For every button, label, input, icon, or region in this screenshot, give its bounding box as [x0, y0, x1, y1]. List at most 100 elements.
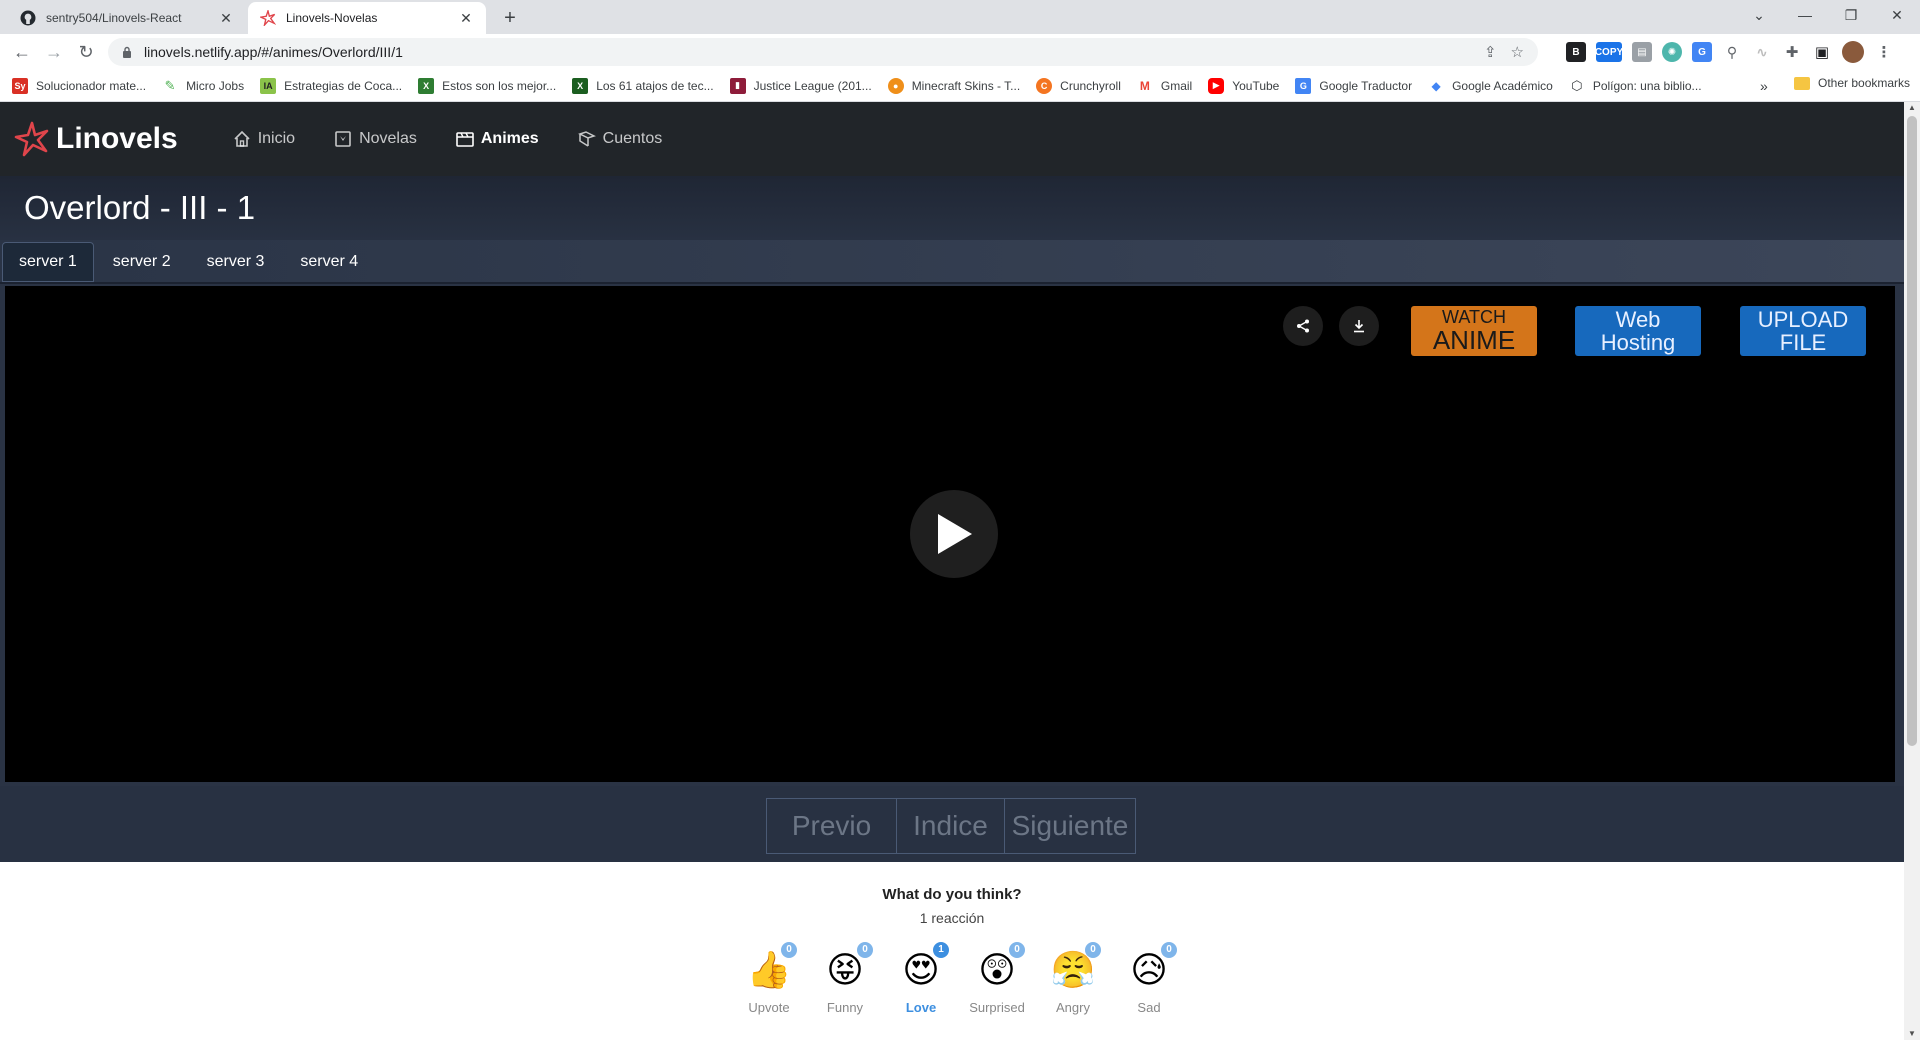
bookmark-label: Polígon: una biblio...	[1592, 78, 1702, 93]
reaction-love[interactable]: 😍 1 Love	[896, 942, 949, 1015]
translate-icon: G	[1295, 77, 1312, 94]
reaction-sad[interactable]: 😥 0 Sad	[1124, 942, 1177, 1015]
web-hosting-ad[interactable]: Web Hosting	[1575, 306, 1701, 356]
share-icon	[1297, 319, 1309, 333]
polygon-icon: ⬡	[1568, 77, 1585, 94]
extension-b-icon[interactable]: B	[1566, 42, 1586, 62]
page-scrollbar[interactable]: ▲ ▼	[1904, 102, 1920, 1040]
address-bar[interactable]: linovels.netlify.app/#/animes/Overlord/I…	[108, 38, 1538, 66]
nav-novelas[interactable]: Novelas	[325, 121, 425, 157]
close-tab-icon[interactable]: ✕	[458, 10, 474, 26]
scroll-down-icon[interactable]: ▼	[1908, 1030, 1916, 1038]
episode-pager: Previo Indice Siguiente	[766, 798, 1136, 854]
bookmark-item[interactable]: X Los 61 atajos de tec...	[572, 77, 714, 94]
extension-gray-icon[interactable]: ▤	[1632, 42, 1652, 62]
previous-episode-button[interactable]: Previo	[767, 799, 897, 853]
bookmark-item[interactable]: C Crunchyroll	[1036, 77, 1121, 94]
bookmark-item[interactable]: IA Estrategias de Coca...	[260, 77, 402, 94]
window-close-button[interactable]: ✕	[1874, 0, 1920, 30]
angry-face-icon: 😤 0	[1050, 942, 1101, 992]
share-page-icon[interactable]: ⇪	[1484, 43, 1497, 61]
bookmark-item[interactable]: ⬡ Polígon: una biblio...	[1568, 77, 1702, 94]
bookmark-item[interactable]: ▶ YouTube	[1208, 77, 1279, 94]
reaction-label: Upvote	[748, 1000, 790, 1015]
index-button[interactable]: Indice	[897, 799, 1005, 853]
bookmark-item[interactable]: G Google Traductor	[1295, 77, 1412, 94]
forward-button[interactable]: →	[40, 38, 68, 66]
thumbs-up-icon: 👍 0	[747, 942, 797, 992]
home-icon	[232, 129, 252, 149]
more-bookmarks-icon[interactable]: »	[1760, 78, 1768, 94]
page-content: Linovels Inicio Novelas Animes Cuentos O…	[0, 102, 1904, 1040]
ad-watch-big: ANIME	[1432, 324, 1516, 355]
pumpkin-icon: ●	[887, 77, 904, 94]
extensions-puzzle-icon[interactable]: ✚	[1782, 42, 1802, 62]
nav-inicio[interactable]: Inicio	[224, 121, 303, 157]
back-button[interactable]: ←	[8, 38, 36, 66]
close-tab-icon[interactable]: ✕	[218, 10, 234, 26]
minimize-button[interactable]: —	[1782, 0, 1828, 30]
other-bookmarks-folder[interactable]: Other bookmarks	[1794, 76, 1910, 90]
bookmark-item[interactable]: ✎ Micro Jobs	[162, 77, 244, 94]
nav-cuentos[interactable]: Cuentos	[569, 121, 671, 157]
surprised-face-icon: 😲 0	[975, 942, 1025, 992]
bookmark-label: Justice League (201...	[753, 78, 872, 93]
new-tab-button[interactable]: +	[498, 6, 522, 30]
bookmark-item[interactable]: M Gmail	[1136, 77, 1192, 94]
browser-menu-icon[interactable]: ⋮	[1874, 42, 1894, 62]
bookmark-item[interactable]: ● Minecraft Skins - T...	[887, 77, 1020, 94]
translate-extension-icon[interactable]: G	[1692, 42, 1712, 62]
watch-anime-ad[interactable]: WATCH ANIME	[1411, 306, 1537, 356]
reload-button[interactable]: ↻	[72, 38, 100, 66]
play-button[interactable]	[910, 490, 998, 578]
reaction-emoji: 😤	[1050, 949, 1096, 990]
reaction-funny[interactable]: 😝 0 Funny	[820, 942, 873, 1015]
next-episode-button[interactable]: Siguiente	[1005, 799, 1135, 853]
tab-title: sentry504/Linovels-React	[46, 11, 182, 25]
film-icon: ▮	[729, 77, 746, 94]
bookmarks-bar: Sy Solucionador mate... ✎ Micro Jobs IA Est…	[0, 70, 1920, 102]
tab-server-3[interactable]: server 3	[190, 242, 282, 282]
tab-server-1[interactable]: server 1	[2, 242, 94, 282]
bookmark-item[interactable]: Sy Solucionador mate...	[12, 77, 147, 94]
tab-search-icon[interactable]: ⌄	[1736, 0, 1782, 30]
bookmark-label: Los 61 atajos de tec...	[596, 78, 714, 93]
extension-gear-icon[interactable]: ✺	[1662, 42, 1682, 62]
bookmark-item[interactable]: ▮ Justice League (201...	[729, 77, 872, 94]
browser-tab[interactable]: sentry504/Linovels-React ✕	[8, 2, 246, 34]
nav-label: Cuentos	[602, 130, 663, 147]
download-button[interactable]	[1339, 306, 1379, 346]
video-player[interactable]: WATCH ANIME Web Hosting UPLOAD FILE	[5, 286, 1895, 782]
share-button[interactable]	[1283, 306, 1323, 346]
bookmark-item[interactable]: X Estos son los mejor...	[418, 77, 556, 94]
laughing-face-icon: 😝 0	[823, 942, 873, 992]
copy-extension-icon[interactable]: COPY	[1595, 42, 1623, 62]
profile-avatar[interactable]	[1842, 41, 1864, 63]
key-extension-icon[interactable]: ⚲	[1722, 42, 1742, 62]
extension-faded-icon[interactable]: ∿	[1752, 42, 1772, 62]
browser-tab-active[interactable]: Linovels-Novelas ✕	[248, 2, 486, 34]
reaction-emoji: 😝	[826, 949, 864, 990]
upload-file-ad[interactable]: UPLOAD FILE	[1740, 306, 1866, 356]
nav-animes[interactable]: Animes	[447, 121, 547, 157]
restore-button[interactable]: ❐	[1828, 0, 1874, 30]
scrollbar-thumb[interactable]	[1907, 116, 1917, 746]
reaction-angry[interactable]: 😤 0 Angry	[1048, 942, 1101, 1015]
brand-link[interactable]: Linovels	[14, 121, 178, 157]
reaction-count-badge: 0	[1085, 942, 1101, 958]
sy-icon: Sy	[12, 77, 28, 94]
scroll-up-icon[interactable]: ▲	[1908, 104, 1916, 112]
reaction-surprised[interactable]: 😲 0 Surprised	[969, 942, 1025, 1015]
episode-pager-wrapper: Previo Indice Siguiente	[0, 786, 1904, 862]
nav-label: Animes	[480, 130, 539, 147]
bookmark-item[interactable]: ◆ Google Académico	[1428, 77, 1553, 94]
reactions-question: What do you think?	[882, 886, 1022, 903]
reaction-upvote[interactable]: 👍 0 Upvote	[744, 942, 797, 1015]
bookmark-star-icon[interactable]: ☆	[1511, 43, 1524, 61]
tab-server-4[interactable]: server 4	[283, 242, 375, 282]
side-panel-icon[interactable]: ▣	[1812, 42, 1832, 62]
bookmark-label: Solucionador mate...	[36, 78, 147, 93]
ad-watch-small: WATCH	[1442, 306, 1506, 327]
tab-server-2[interactable]: server 2	[96, 242, 188, 282]
leaf-icon: ✎	[162, 77, 179, 94]
